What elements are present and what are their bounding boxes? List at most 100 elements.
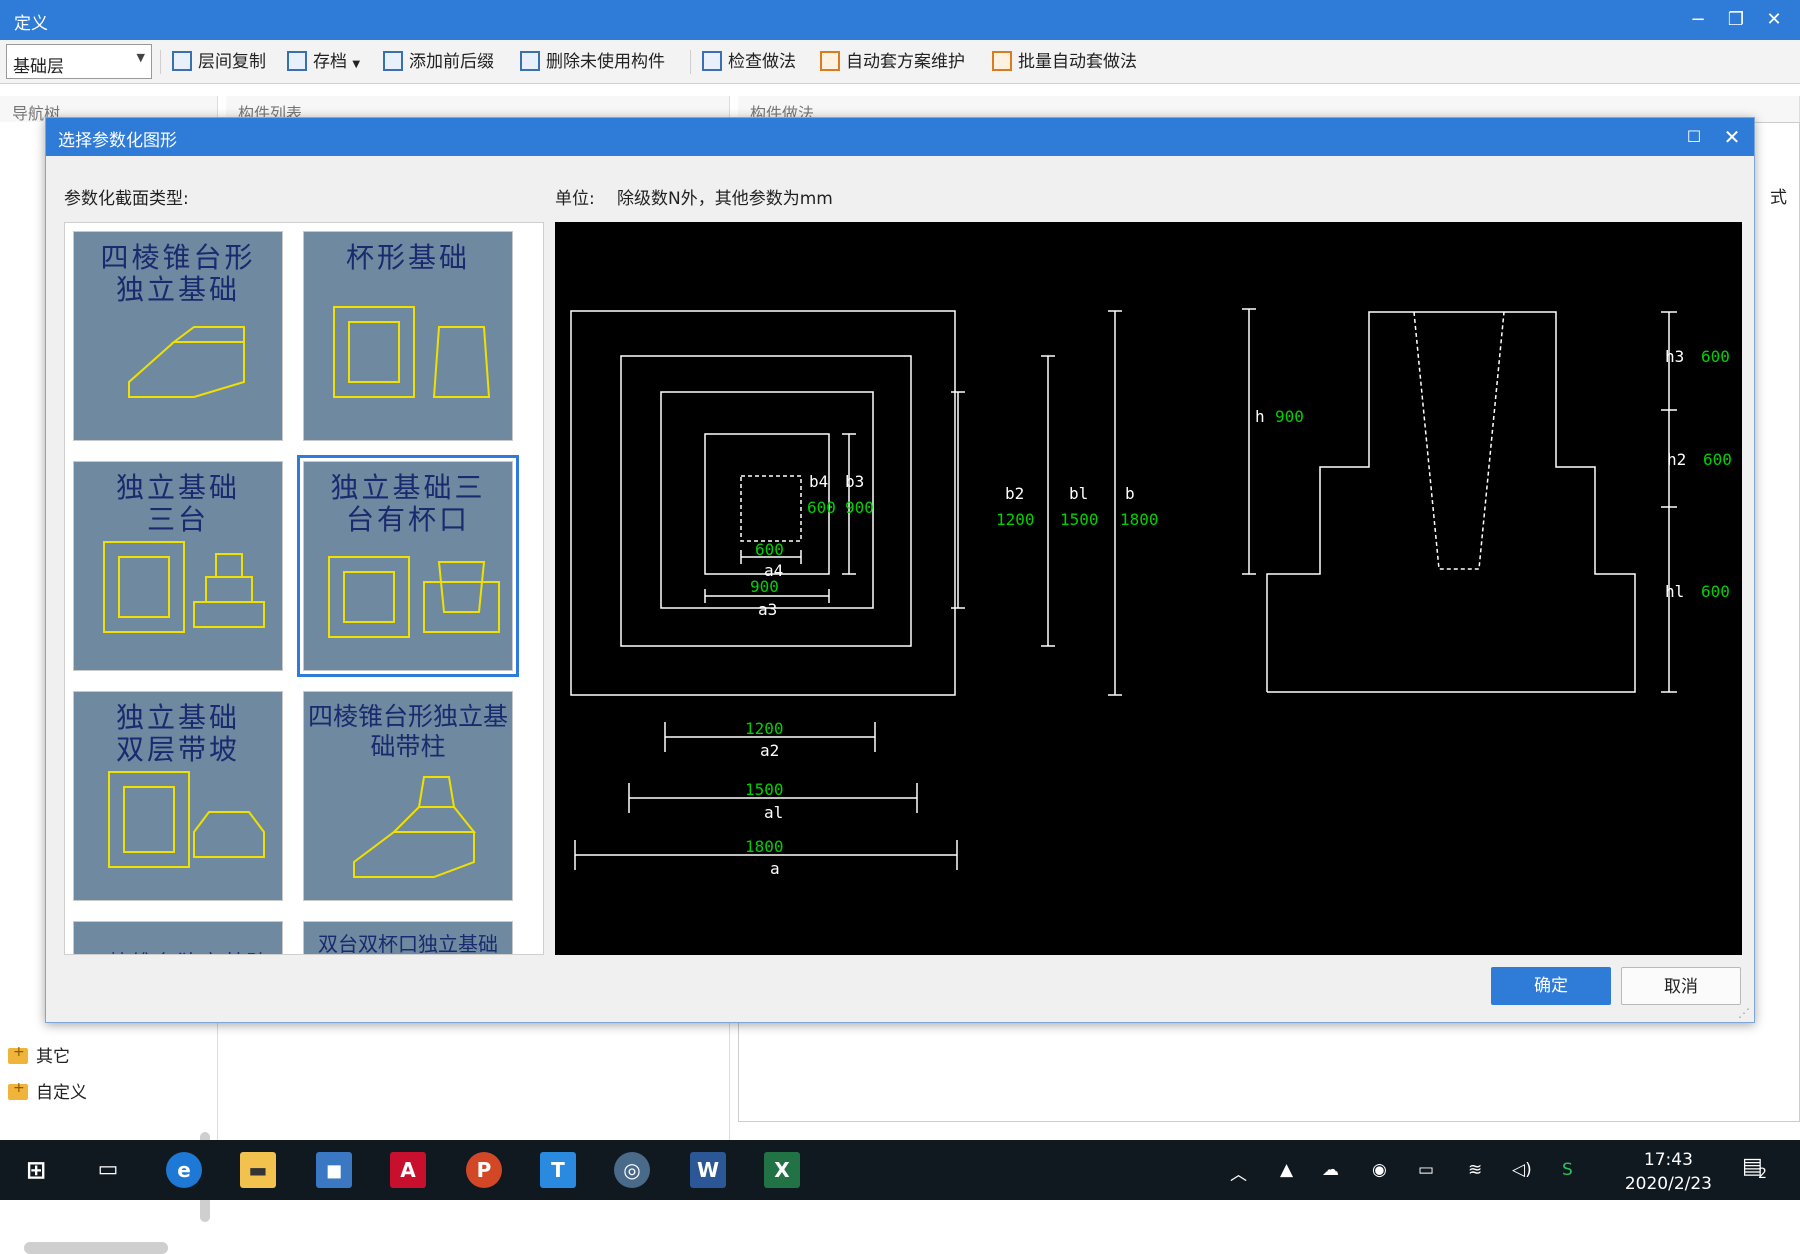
- minimize-icon[interactable]: −: [1682, 6, 1714, 34]
- edge-icon[interactable]: e: [166, 1152, 202, 1188]
- section-type-label: 参数化截面类型:: [64, 189, 189, 209]
- wifi-icon[interactable]: ≋: [1468, 1160, 1482, 1180]
- autocad-icon[interactable]: A: [390, 1152, 426, 1188]
- shape-preview: [103, 541, 265, 633]
- dim-value-h2: 600: [1703, 450, 1732, 469]
- delete-unused-button[interactable]: 删除未使用构件: [520, 48, 665, 76]
- dim-value-h: 900: [1275, 407, 1304, 426]
- dim-value-h1: 600: [1701, 582, 1730, 601]
- unit-label: 单位:: [555, 189, 595, 209]
- excel-icon[interactable]: X: [764, 1152, 800, 1188]
- dim-name-a3: a3: [758, 600, 777, 619]
- app-icon[interactable]: ◎: [614, 1152, 650, 1188]
- active-app-icon[interactable]: T: [540, 1152, 576, 1188]
- folder-icon: [8, 1080, 28, 1100]
- start-icon[interactable]: ⊞: [18, 1152, 54, 1188]
- dim-value-a2: 1200: [745, 719, 784, 738]
- volume-icon[interactable]: ◁): [1512, 1160, 1532, 1180]
- shape-preview: [333, 306, 491, 398]
- dim-name-b4: b4: [809, 472, 828, 491]
- clock-date: 2020/2/23: [1624, 1174, 1712, 1194]
- battery-icon[interactable]: ▭: [1418, 1160, 1434, 1180]
- check-icon: [702, 51, 722, 71]
- store-icon[interactable]: ◼: [316, 1152, 352, 1188]
- app-tray-icon[interactable]: S: [1562, 1160, 1573, 1180]
- dim-value-a: 1800: [745, 837, 784, 856]
- auto-scheme-button[interactable]: 自动套方案维护: [820, 48, 965, 76]
- clock-time: 17:43: [1643, 1150, 1693, 1170]
- shape-tile[interactable]: 四棱锥台形独立基础: [73, 231, 283, 441]
- floor-select[interactable]: 基础层 ▼: [6, 44, 152, 79]
- chevron-up-icon[interactable]: ︿: [1230, 1160, 1247, 1185]
- clock[interactable]: 17:43 2020/2/23: [1625, 1148, 1712, 1196]
- gear-icon: [820, 51, 840, 71]
- dim-name-b2: b2: [1005, 484, 1024, 503]
- cancel-button[interactable]: 取消: [1621, 967, 1741, 1005]
- file-explorer-icon[interactable]: ▬: [240, 1152, 276, 1188]
- dim-name-a2: a2: [760, 741, 779, 760]
- shape-preview: [328, 556, 500, 638]
- dim-value-a3: 900: [750, 577, 779, 596]
- window-titlebar: 定义 − ❐ ✕: [0, 0, 1800, 40]
- dim-value-a1: 1500: [745, 780, 784, 799]
- dim-name-h2: h2: [1667, 450, 1686, 469]
- batch-icon: [992, 51, 1012, 71]
- archive-icon: [287, 51, 307, 71]
- dim-name-h: h: [1255, 407, 1265, 426]
- close-icon[interactable]: ✕: [1758, 6, 1790, 34]
- nav-item-other[interactable]: 其它: [8, 1042, 70, 1068]
- dialog-titlebar: 选择参数化图形 ☐ ✕: [46, 118, 1754, 156]
- word-icon[interactable]: W: [690, 1152, 726, 1188]
- drawing-svg: b4 b3 b2 bl b a4 a3 a2 al a h h3 h2 hl 6…: [570, 308, 1732, 878]
- shape-preview: [128, 326, 245, 398]
- task-view-icon[interactable]: ▭: [90, 1152, 126, 1188]
- dim-value-b1: 1500: [1060, 510, 1099, 529]
- taskbar: ⊞ ▭ e ▬ ◼ A P T ◎ W X ︿ ▲ ☁ ◉ ▭ ≋ ◁) S 1…: [0, 1140, 1800, 1200]
- shape-tile[interactable]: 独立基础三台: [73, 461, 283, 671]
- nav-item-custom[interactable]: 自定义: [8, 1078, 87, 1104]
- dim-name-a: a: [770, 859, 780, 878]
- tray-app-icon[interactable]: ▲: [1280, 1160, 1293, 1180]
- delete-list-icon: [520, 51, 540, 71]
- cloud-icon[interactable]: ☁: [1322, 1160, 1339, 1180]
- add-prefix-suffix-button[interactable]: 添加前后缀: [383, 48, 494, 76]
- wechat-icon[interactable]: ◉: [1372, 1160, 1387, 1180]
- dim-name-h3: h3: [1665, 347, 1684, 366]
- shape-tile[interactable]: 四棱锥台形独立基础带柱: [303, 691, 513, 901]
- window-title: 定义: [14, 14, 48, 34]
- main-toolbar: 基础层 ▼ 层间复制 存档 ▼ 添加前后缀 删除未使用构件 检查做法 自动套方案…: [0, 40, 1800, 84]
- prefix-icon: [383, 51, 403, 71]
- shape-tile[interactable]: 独立基础双层带坡: [73, 691, 283, 901]
- dim-value-b: 1800: [1120, 510, 1159, 529]
- right-partial-text: 式: [1770, 188, 1787, 208]
- shape-tile-selected[interactable]: 独立基础三台有杯口: [297, 455, 519, 677]
- shape-preview: [353, 776, 477, 878]
- maximize-icon[interactable]: ☐: [1680, 124, 1708, 150]
- dialog-title: 选择参数化图形: [58, 131, 177, 151]
- batch-auto-button[interactable]: 批量自动套做法: [992, 48, 1137, 76]
- nav-hscrollbar[interactable]: [24, 1242, 168, 1254]
- shape-tile[interactable]: 双台双杯口独立基础: [303, 921, 513, 954]
- parametric-drawing-canvas: b4 b3 b2 bl b a4 a3 a2 al a h h3 h2 hl 6…: [555, 222, 1742, 955]
- shape-tile[interactable]: 杯形基础: [303, 231, 513, 441]
- archive-button[interactable]: 存档 ▼: [287, 48, 360, 76]
- dim-value-b3: 900: [845, 498, 874, 517]
- dim-name-a1: al: [764, 803, 783, 822]
- select-parametric-dialog: 选择参数化图形 ☐ ✕ 参数化截面类型: 单位: 除级数N外，其他参数为mm 四…: [45, 117, 1755, 1023]
- dim-name-b3: b3: [845, 472, 864, 491]
- dialog-close-icon[interactable]: ✕: [1718, 124, 1746, 150]
- shape-preview: [108, 771, 265, 868]
- resize-grip-icon[interactable]: ⋰: [1738, 1006, 1750, 1020]
- shape-tile[interactable]: 四棱锥台独立基础: [73, 921, 283, 954]
- powerpoint-icon[interactable]: P: [466, 1152, 502, 1188]
- dim-value-h3: 600: [1701, 347, 1730, 366]
- check-method-button[interactable]: 检查做法: [702, 48, 796, 76]
- notification-count: 2: [1758, 1166, 1767, 1182]
- shape-gallery: 四棱锥台形独立基础 杯形基础 独立基础三台 独立基础三台有杯口 独立基础双层带坡…: [64, 222, 544, 955]
- ok-button[interactable]: 确定: [1491, 967, 1611, 1005]
- dim-name-b1: bl: [1069, 484, 1088, 503]
- shape-title: 四棱锥台独立基础: [74, 946, 282, 954]
- dim-value-b2: 1200: [996, 510, 1035, 529]
- copy-between-floors-button[interactable]: 层间复制: [172, 48, 266, 76]
- restore-icon[interactable]: ❐: [1720, 6, 1752, 34]
